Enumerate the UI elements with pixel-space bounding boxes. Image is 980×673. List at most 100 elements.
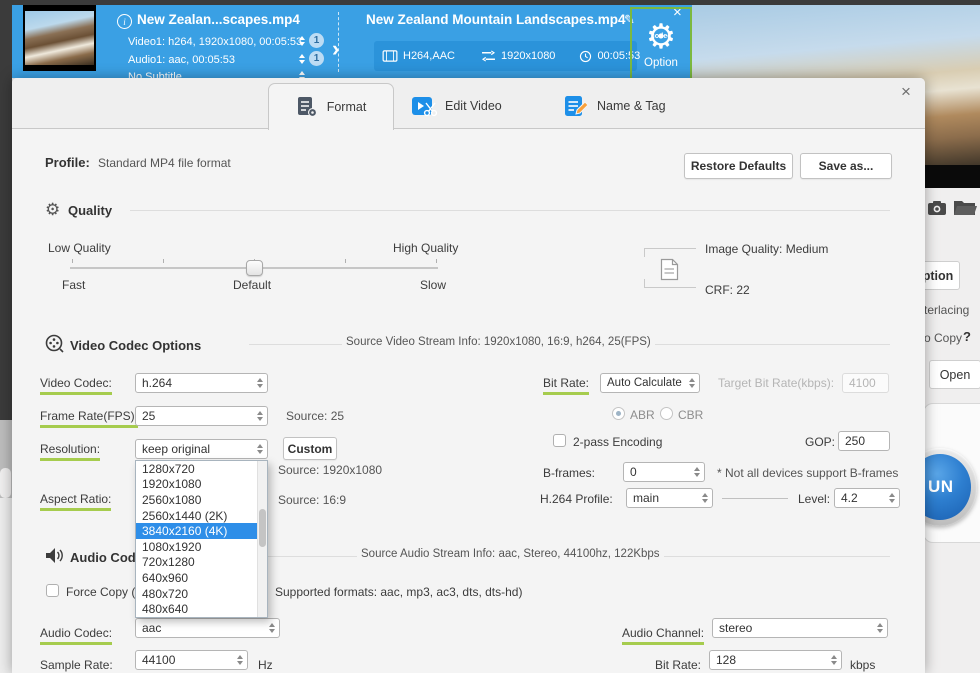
format-tab-icon — [296, 96, 318, 118]
target-bitrate-label: Target Bit Rate(kbps): — [718, 376, 834, 390]
video-thumbnail[interactable] — [23, 5, 96, 71]
info-icon[interactable]: i — [117, 14, 132, 29]
twopass-label: 2-pass Encoding — [573, 435, 662, 449]
open-button[interactable]: Open — [929, 360, 980, 389]
audio-track-count-badge[interactable]: 1 — [309, 51, 324, 66]
audio-codec-select[interactable]: aac — [135, 618, 280, 638]
quality-bracket-top-line — [656, 248, 696, 249]
spinner-icon — [269, 623, 275, 633]
resolution-select[interactable]: keep original — [135, 439, 268, 459]
audio-bitrate-label: Bit Rate: — [655, 658, 701, 673]
level-select[interactable]: 4.2 — [834, 488, 900, 508]
tab-name-tag[interactable]: Name & Tag — [563, 93, 666, 119]
h264-profile-select[interactable]: main — [626, 488, 713, 508]
resolution-option[interactable]: 2560x1440 (2K) — [136, 508, 267, 524]
resolution-option[interactable]: 1080x1920 — [136, 539, 267, 555]
open-button-label: Open — [940, 368, 971, 382]
bframes-select[interactable]: 0 — [623, 462, 705, 482]
sample-rate-select[interactable]: 44100 — [135, 650, 248, 670]
quality-fast-label: Fast — [62, 278, 85, 292]
h264-profile-value: main — [633, 491, 659, 505]
resolution-option[interactable]: 640x960 — [136, 570, 267, 586]
help-question-icon[interactable]: ? — [963, 329, 971, 344]
save-as-button[interactable]: Save as... — [800, 153, 892, 179]
audio-source-info: Source Audio Stream Info: aac, Stereo, 4… — [357, 548, 664, 560]
audio-channel-select[interactable]: stereo — [712, 618, 888, 638]
spinner-icon — [257, 378, 263, 388]
tab-format[interactable]: Format — [268, 83, 394, 130]
video-codec-value: h.264 — [142, 376, 172, 390]
audio-track-info: Audio1: aac, 00:05:53 — [128, 54, 235, 66]
audio-bitrate-label-text: Bit Rate: — [655, 658, 701, 673]
audio-channel-value: stereo — [719, 621, 752, 635]
tab-edit-video[interactable]: Edit Video — [411, 93, 502, 119]
audio-bitrate-select[interactable]: 128 — [709, 650, 842, 670]
audio-bitrate-value: 128 — [716, 653, 736, 667]
custom-button-label: Custom — [288, 442, 333, 456]
bitrate-label: Bit Rate: — [543, 376, 589, 395]
dialog-close-icon[interactable]: × — [901, 83, 911, 100]
resolution-option[interactable]: 3840x2160 (4K) — [136, 523, 267, 539]
video-track-spinner-icon[interactable] — [299, 36, 305, 46]
sample-rate-value: 44100 — [142, 653, 175, 667]
source-file-title: New Zealan...scapes.mp4 — [137, 12, 300, 27]
clock-icon — [579, 50, 592, 63]
quality-bracket-top — [644, 248, 657, 257]
info-glyph: i — [123, 17, 126, 27]
bframes-note: * Not all devices support B-frames — [717, 466, 898, 480]
resolution-option[interactable]: 2560x1080 — [136, 492, 267, 508]
resolution-option[interactable]: 1920x1080 — [136, 477, 267, 493]
h264-profile-label: H.264 Profile: — [540, 492, 613, 506]
video-codec-label: Video Codec: — [40, 376, 112, 395]
bframes-value: 0 — [630, 465, 637, 479]
edit-video-tab-icon — [411, 93, 437, 119]
resolution-option[interactable]: 480x720 — [136, 586, 267, 602]
restore-defaults-button[interactable]: Restore Defaults — [684, 153, 793, 179]
codec-option-button[interactable]: ⚙ codec Option — [630, 7, 692, 80]
quality-low-label: Low Quality — [48, 241, 111, 255]
video-track-count-badge[interactable]: 1 — [309, 33, 324, 48]
open-folder-icon[interactable] — [953, 198, 977, 217]
target-bitrate-input[interactable]: 4100 — [842, 373, 889, 393]
dropdown-scrollbar[interactable] — [257, 461, 267, 617]
framerate-source: Source: 25 — [286, 409, 344, 423]
custom-resolution-button[interactable]: Custom — [283, 437, 337, 460]
video-track-info: Video1: h264, 1920x1080, 00:05:53 — [128, 36, 302, 48]
audio-track-spinner-icon[interactable] — [299, 54, 305, 64]
quality-slider-handle[interactable] — [246, 260, 263, 276]
quality-high-label: High Quality — [393, 241, 458, 255]
slider-tick — [72, 259, 73, 263]
snapshot-camera-icon[interactable] — [927, 200, 947, 216]
abr-label: ABR — [630, 408, 655, 422]
framerate-label: Frame Rate(FPS): — [40, 409, 138, 428]
spinner-icon — [831, 655, 837, 665]
name-tag-tab-icon — [563, 93, 589, 119]
spinner-icon — [237, 655, 243, 665]
scrollbar-thumb[interactable] — [0, 468, 11, 498]
cbr-radio[interactable] — [660, 407, 673, 420]
video-codec-select[interactable]: h.264 — [135, 373, 268, 393]
framerate-select[interactable]: 25 — [135, 406, 268, 426]
bframes-label: B-frames: — [543, 466, 595, 480]
resolution-option[interactable]: 1280x720 — [136, 461, 267, 477]
spinner-icon — [689, 378, 695, 388]
twopass-checkbox[interactable] — [553, 434, 566, 447]
resolution-dropdown-list[interactable]: 1280x7201920x10802560x10802560x1440 (2K)… — [135, 460, 268, 618]
spinner-icon — [877, 623, 883, 633]
gop-input[interactable]: 250 — [838, 431, 890, 451]
resolution-summary: 1920x1080 — [481, 50, 555, 62]
codec-text: H264,AAC — [403, 50, 455, 62]
spinner-icon — [702, 493, 708, 503]
quality-slow-label: Slow — [420, 278, 446, 292]
window-left-edge-bottom — [0, 498, 12, 673]
resolution-option[interactable]: 480x640 — [136, 601, 267, 617]
resolution-option[interactable]: 720x1280 — [136, 555, 267, 571]
thumbnail-image — [25, 11, 94, 65]
profile-value: Standard MP4 file format — [98, 156, 231, 170]
dropdown-scrollbar-thumb[interactable] — [259, 509, 266, 547]
option-partial-label: ption — [923, 269, 954, 283]
abr-radio[interactable] — [612, 407, 625, 420]
force-copy-checkbox[interactable] — [46, 584, 59, 597]
resolution-source: Source: 1920x1080 — [278, 463, 382, 477]
bitrate-select[interactable]: Auto Calculate — [600, 373, 700, 393]
